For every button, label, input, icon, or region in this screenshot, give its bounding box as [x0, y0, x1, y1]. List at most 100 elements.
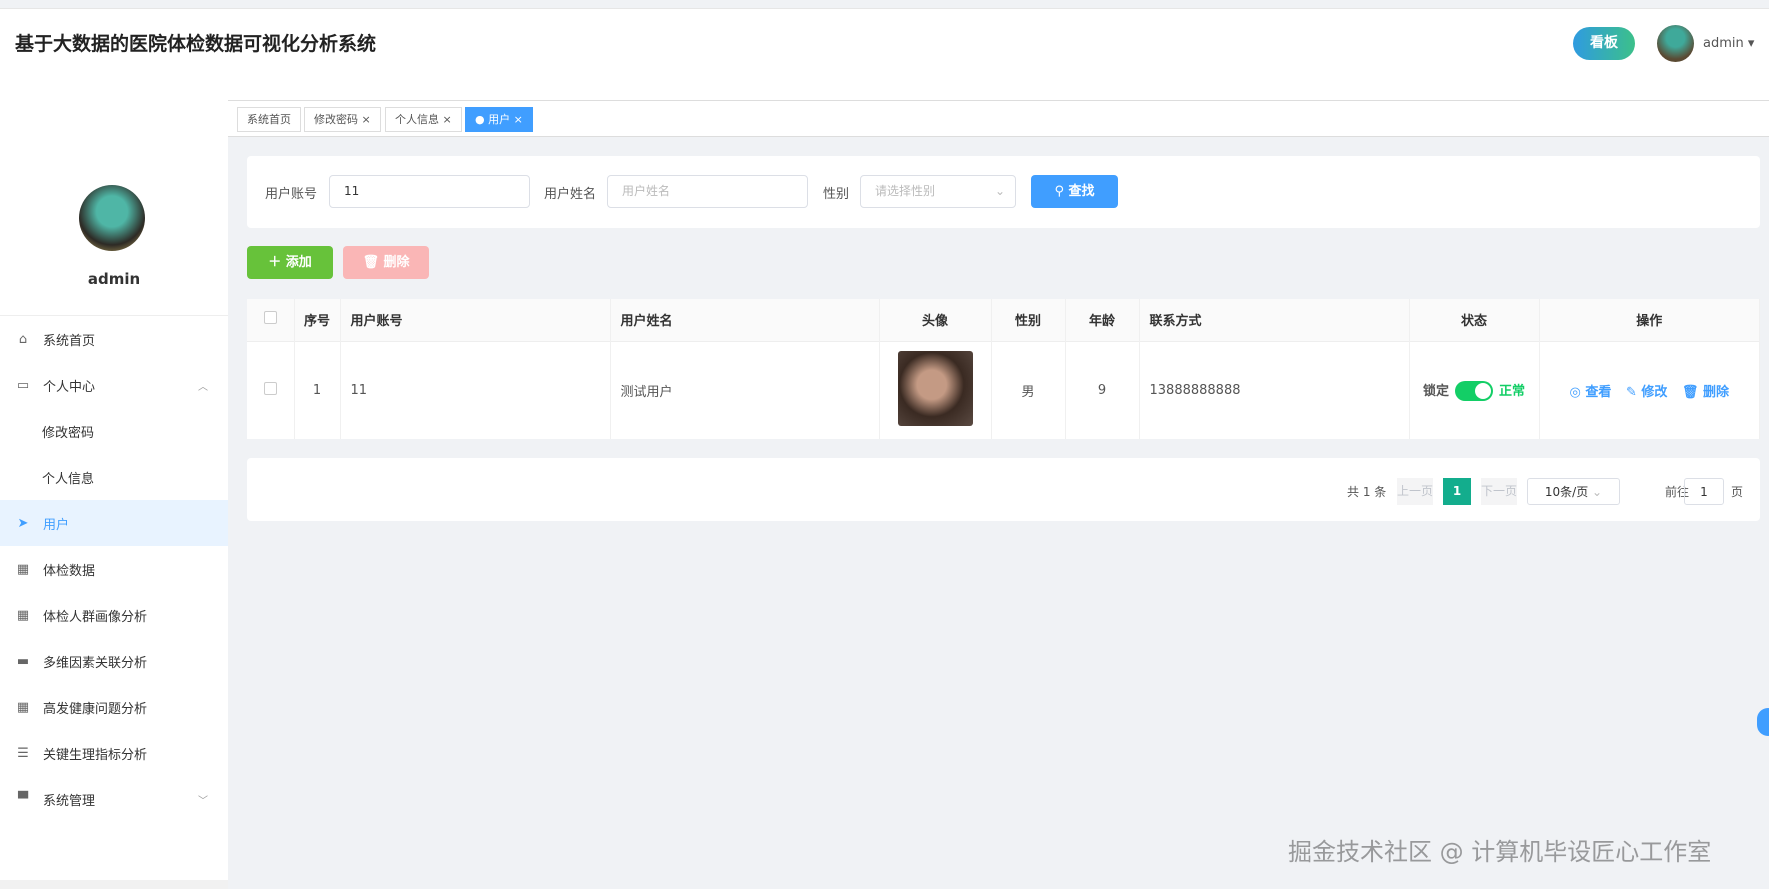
name-input[interactable]: 用户姓名	[607, 175, 808, 208]
row-delete-button[interactable]: 🗑 删除	[1682, 385, 1729, 400]
next-page-button[interactable]: 下一页	[1481, 478, 1517, 505]
checkbox[interactable]	[263, 311, 277, 325]
add-label: 添加	[285, 255, 312, 270]
user-menu[interactable]: admin ▾	[1703, 36, 1754, 51]
top-header: 基于大数据的医院体检数据可视化分析系统 看板 admin ▾	[0, 8, 1769, 100]
prev-page-button[interactable]: 上一页	[1397, 478, 1433, 505]
sidebar-item-home[interactable]: ⌂ 系统首页	[0, 316, 228, 362]
row-checkbox[interactable]	[263, 381, 277, 395]
label: 个人信息	[42, 471, 95, 487]
tab-home[interactable]: 系统首页	[237, 107, 301, 132]
send-icon: ➤	[17, 515, 29, 531]
close-icon[interactable]: ×	[514, 113, 523, 126]
delete-button[interactable]: 🗑 删除	[343, 246, 429, 279]
label: 个人中心	[43, 379, 96, 395]
page-size-value: 10条/页	[1544, 485, 1589, 499]
user-photo[interactable]	[897, 350, 973, 426]
grid-icon: ▦	[16, 699, 30, 715]
close-icon[interactable]: ×	[443, 113, 452, 126]
col-name: 用户姓名	[610, 299, 880, 341]
col-actions: 操作	[1539, 299, 1760, 341]
label: 用户	[43, 517, 70, 533]
sidebar-item-exam-data[interactable]: ▦ 体检数据	[0, 546, 228, 592]
sidebar-item-vital-indicators[interactable]: ☰ 关键生理指标分析	[0, 730, 228, 776]
pagination-card: 共 1 条 上一页 1 下一页 10条/页 ⌄ 前往 1 页	[247, 458, 1760, 521]
sidebar-item-health-issues[interactable]: ▦ 高发健康问题分析	[0, 684, 228, 730]
cell-phone: 13888888888	[1139, 340, 1410, 439]
page-size-select[interactable]: 10条/页 ⌄	[1527, 478, 1620, 505]
label: 体检人群画像分析	[43, 609, 148, 625]
close-icon[interactable]: ×	[362, 113, 371, 126]
cell-account: 11	[340, 340, 611, 439]
sidebar-item-correlation[interactable]: ▬ 多维因素关联分析	[0, 638, 228, 684]
chevron-down-icon: ⌄	[994, 184, 1005, 198]
col-account: 用户账号	[340, 299, 611, 341]
col-index: 序号	[294, 299, 341, 341]
grid-icon: ▦	[16, 561, 30, 577]
label: 关键生理指标分析	[43, 747, 148, 763]
account-input[interactable]: 11	[329, 175, 530, 208]
col-age: 年龄	[1065, 299, 1140, 341]
page-1-button[interactable]: 1	[1443, 478, 1471, 505]
watermark: 掘金技术社区 @ 计算机毕设匠心工作室	[1288, 838, 1712, 866]
trash-icon: 🗑	[362, 255, 379, 270]
edit-button[interactable]: ✎ 修改	[1626, 385, 1667, 400]
sidebar-item-personal-info[interactable]: 个人信息	[0, 454, 228, 500]
sidebar-scrollbar[interactable]	[0, 880, 228, 889]
list-icon: ☰	[17, 745, 29, 761]
trash-icon: 🗑	[1681, 384, 1699, 400]
sidebar-item-change-password[interactable]: 修改密码	[0, 408, 228, 454]
gender-label: 性别	[823, 187, 850, 202]
search-card: 用户账号 11 用户姓名 用户姓名 性别 请选择性别 ⌄ ⚲ 查找	[247, 156, 1760, 228]
caret-down-icon: ▾	[1747, 36, 1755, 51]
label: 系统管理	[43, 793, 96, 809]
eye-icon: ◎	[1569, 384, 1581, 400]
label: 系统首页	[43, 333, 96, 349]
dot-icon: ●	[475, 113, 485, 126]
cell-age: 9	[1065, 340, 1140, 439]
sidebar-item-crowd-profile[interactable]: ▦ 体检人群画像分析	[0, 592, 228, 638]
view-label: 查看	[1585, 384, 1612, 400]
sidebar-item-system-management[interactable]: ▀ 系统管理 ﹀	[0, 776, 228, 822]
username: admin	[1703, 36, 1744, 51]
card-icon: ▭	[16, 377, 30, 393]
tab-change-password[interactable]: 修改密码 ×	[304, 107, 381, 132]
edit-label: 修改	[1641, 384, 1668, 400]
tab-label: 系统首页	[247, 113, 291, 126]
kanban-button[interactable]: 看板	[1573, 27, 1635, 60]
search-button[interactable]: ⚲ 查找	[1031, 175, 1118, 208]
select-all[interactable]	[247, 299, 295, 341]
add-button[interactable]: ＋ 添加	[247, 246, 333, 279]
status-label: 正常	[1499, 383, 1526, 399]
view-button[interactable]: ◎ 查看	[1570, 385, 1612, 400]
cell-name: 测试用户	[610, 340, 880, 439]
status-toggle[interactable]	[1455, 381, 1493, 401]
search-label: 查找	[1068, 184, 1095, 199]
delete-label: 删除	[383, 255, 410, 270]
server-icon: ▀	[18, 791, 28, 807]
chevron-up-icon: ︿	[198, 381, 208, 393]
tab-label: 用户	[488, 113, 511, 126]
label: 体检数据	[43, 563, 96, 579]
sidebar-item-users[interactable]: ➤ 用户	[0, 500, 228, 546]
edit-icon: ✎	[1625, 384, 1637, 400]
gender-placeholder: 请选择性别	[875, 184, 936, 198]
account-label: 用户账号	[265, 187, 318, 202]
tab-bar: 系统首页 修改密码 × 个人信息 × ● 用户 ×	[228, 100, 1769, 137]
tab-label: 修改密码	[314, 113, 358, 126]
label: 修改密码	[42, 425, 95, 441]
label: 多维因素关联分析	[43, 655, 148, 671]
cell-index: 1	[294, 340, 341, 439]
sidebar-item-personal-center[interactable]: ▭ 个人中心 ︿	[0, 362, 228, 408]
tab-personal-info[interactable]: 个人信息 ×	[385, 107, 462, 132]
total-count: 共 1 条	[1347, 485, 1387, 499]
user-avatar[interactable]	[1657, 25, 1694, 62]
col-gender: 性别	[991, 299, 1066, 341]
tab-users[interactable]: ● 用户 ×	[465, 107, 533, 132]
table-row: 1 11 测试用户 男 9 13888888888 锁定 正常 ◎ 查看 ✎ 修改…	[247, 340, 1760, 439]
goto-input[interactable]: 1	[1684, 478, 1724, 505]
comment-icon: ▬	[16, 653, 30, 669]
collapse-toggle-button[interactable]	[1757, 708, 1769, 736]
gender-select[interactable]: 请选择性别 ⌄	[860, 175, 1016, 208]
sidebar-avatar	[79, 185, 145, 251]
